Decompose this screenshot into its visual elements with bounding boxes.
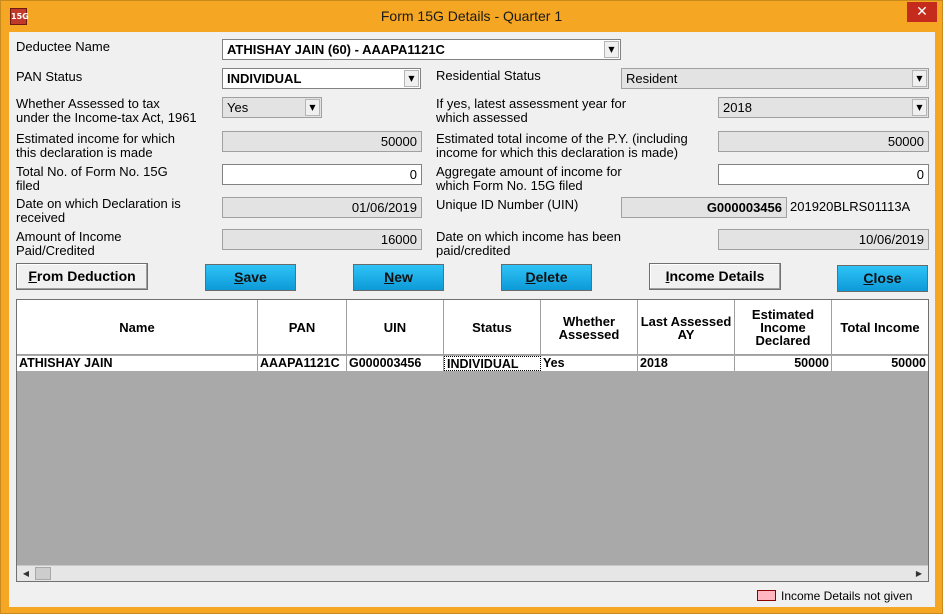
table-row[interactable]: ATHISHAY JAIN AAAPA1121C G000003456 INDI… — [17, 356, 928, 371]
deductee-name-dropdown[interactable]: ATHISHAY JAIN (60) - AAAPA1121C ▼ — [222, 39, 621, 60]
scroll-right-icon[interactable]: ▶ — [911, 567, 927, 581]
header-uin[interactable]: UIN — [347, 300, 444, 355]
aggregate-income-input[interactable]: 0 — [718, 164, 929, 185]
latest-assessment-year-dropdown[interactable]: 2018 ▼ — [718, 97, 929, 118]
header-pan[interactable]: PAN — [258, 300, 347, 355]
from-deduction-button[interactable]: From Deduction — [16, 263, 148, 290]
window-close-button[interactable]: ✕ — [907, 2, 937, 22]
chevron-down-icon[interactable]: ▼ — [604, 41, 619, 58]
uin-suffix: 201920BLRS01113A — [790, 199, 911, 214]
legend-text: Income Details not given — [781, 589, 913, 603]
cell-last-assessed-ay[interactable]: 2018 — [638, 356, 735, 371]
header-total-income[interactable]: Total Income — [832, 300, 928, 355]
header-status[interactable]: Status — [444, 300, 541, 355]
new-button[interactable]: New — [353, 264, 444, 291]
residential-status-label: Residential Status — [436, 68, 541, 83]
chevron-down-icon[interactable]: ▼ — [404, 70, 419, 87]
delete-button[interactable]: Delete — [501, 264, 592, 291]
amount-paid-label: Amount of Income Paid/Credited — [16, 229, 122, 258]
chevron-down-icon[interactable]: ▼ — [912, 70, 927, 87]
residential-status-value: Resident — [626, 71, 678, 86]
estimated-income-label: Estimated income for which this declarat… — [16, 131, 175, 160]
header-last-assessed-ay[interactable]: Last Assessed AY — [638, 300, 735, 355]
deductee-name-label: Deductee Name — [16, 39, 110, 54]
close-button[interactable]: Close — [837, 265, 928, 292]
legend-swatch — [757, 590, 776, 601]
total-forms-filed-label: Total No. of Form No. 15G filed — [16, 164, 168, 193]
scroll-left-icon[interactable]: ◀ — [18, 567, 34, 581]
scrollbar-thumb[interactable] — [35, 567, 51, 580]
whether-assessed-value: Yes — [227, 100, 249, 115]
pan-status-value: INDIVIDUAL — [227, 71, 302, 86]
horizontal-scrollbar[interactable]: ◀ ▶ — [17, 565, 928, 581]
whether-assessed-dropdown[interactable]: Yes ▼ — [222, 97, 322, 118]
header-estimated-income-declared[interactable]: Estimated Income Declared — [735, 300, 832, 355]
estimated-total-income-field[interactable]: 50000 — [718, 131, 929, 152]
income-paid-date-field[interactable]: 10/06/2019 — [718, 229, 929, 250]
cell-name[interactable]: ATHISHAY JAIN — [17, 356, 258, 371]
cell-total-income[interactable]: 50000 — [832, 356, 928, 371]
deductee-name-value: ATHISHAY JAIN (60) - AAAPA1121C — [227, 42, 445, 57]
pan-status-label: PAN Status — [16, 69, 83, 84]
chevron-down-icon[interactable]: ▼ — [912, 99, 927, 116]
latest-assessment-year-value: 2018 — [723, 100, 752, 115]
amount-paid-field[interactable]: 16000 — [222, 229, 422, 250]
income-details-button[interactable]: Income Details — [649, 263, 781, 290]
header-name[interactable]: Name — [17, 300, 258, 355]
declaration-date-field[interactable]: 01/06/2019 — [222, 197, 422, 218]
declarations-grid: Name PAN UIN Status Whether Assessed Las… — [16, 299, 929, 582]
residential-status-dropdown[interactable]: Resident ▼ — [621, 68, 929, 89]
latest-assessment-year-label: If yes, latest assessment year for which… — [436, 96, 627, 125]
aggregate-income-label: Aggregate amount of income for which For… — [436, 164, 622, 193]
cell-whether-assessed[interactable]: Yes — [541, 356, 638, 371]
grid-header: Name PAN UIN Status Whether Assessed Las… — [17, 300, 928, 355]
estimated-income-field[interactable]: 50000 — [222, 131, 422, 152]
whether-assessed-label: Whether Assessed to tax under the Income… — [16, 96, 197, 125]
chevron-down-icon[interactable]: ▼ — [305, 99, 320, 116]
income-paid-date-label: Date on which income has been paid/credi… — [436, 229, 622, 258]
cell-status[interactable]: INDIVIDUAL — [444, 356, 541, 371]
declaration-date-label: Date on which Declaration is received — [16, 196, 181, 225]
uin-label: Unique ID Number (UIN) — [436, 197, 579, 212]
uin-field[interactable]: G000003456 — [621, 197, 787, 218]
form-15g-window: 15G Form 15G Details - Quarter 1 ✕ Deduc… — [0, 0, 943, 614]
pan-status-dropdown[interactable]: INDIVIDUAL ▼ — [222, 68, 421, 89]
form-client-area: Deductee Name ATHISHAY JAIN (60) - AAAPA… — [9, 32, 935, 607]
cell-uin[interactable]: G000003456 — [347, 356, 444, 371]
estimated-total-income-label: Estimated total income of the P.Y. (incl… — [436, 131, 688, 160]
title-bar[interactable]: 15G Form 15G Details - Quarter 1 ✕ — [1, 1, 942, 31]
cell-estimated-income-declared[interactable]: 50000 — [735, 356, 832, 371]
save-button[interactable]: Save — [205, 264, 296, 291]
total-forms-filed-input[interactable]: 0 — [222, 164, 422, 185]
cell-pan[interactable]: AAAPA1121C — [258, 356, 347, 371]
window-title: Form 15G Details - Quarter 1 — [380, 8, 563, 24]
header-whether-assessed[interactable]: Whether Assessed — [541, 300, 638, 355]
